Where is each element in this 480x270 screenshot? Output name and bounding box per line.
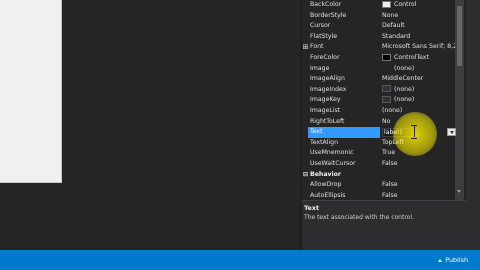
form-designer-area[interactable] [0, 0, 300, 250]
property-value-text: True [382, 149, 396, 157]
property-value[interactable]: False [382, 159, 466, 170]
property-row-forecolor[interactable]: ForeColor ControlText [302, 53, 466, 64]
property-value-text: False [382, 181, 398, 189]
right-tool-strip [466, 0, 480, 250]
property-row-righttoleft[interactable]: RightToLeft No [302, 117, 466, 128]
property-name: BorderStyle [310, 11, 347, 19]
property-value-text: False [382, 160, 398, 167]
property-value[interactable]: Control [382, 0, 466, 11]
color-swatch [382, 0, 391, 8]
publish-arrow-icon [438, 258, 443, 262]
property-name: RightToLeft [310, 117, 345, 125]
property-row-textalign[interactable]: TextAlign TopLeft [302, 138, 466, 149]
property-row-cursor[interactable]: Cursor Default [302, 21, 466, 32]
property-name: ImageKey [310, 96, 341, 104]
scroll-down-icon[interactable] [457, 190, 461, 193]
property-value-text: MiddleCenter [382, 75, 424, 83]
property-value[interactable]: Standard [382, 32, 466, 43]
publish-button[interactable]: Publish [438, 255, 468, 265]
description-text: The text associated with the control. [304, 214, 414, 221]
property-row-imagelist[interactable]: ImageList (none) [302, 106, 466, 117]
property-row-font[interactable]: ⊞ Font Microsoft Sans Serif; 8,25 [302, 42, 466, 53]
property-row-borderstyle[interactable]: BorderStyle None [302, 11, 466, 22]
property-row-backcolor[interactable]: BackColor Control [302, 0, 466, 11]
property-name: Image [310, 64, 330, 72]
property-name: ImageAlign [310, 75, 345, 83]
property-row-flatstyle[interactable]: FlatStyle Standard [302, 32, 466, 43]
property-name: Cursor [310, 22, 331, 30]
property-value-text: False [382, 191, 398, 199]
property-value[interactable]: (none) [382, 85, 466, 96]
expand-icon[interactable]: ⊞ [302, 42, 309, 53]
form-surface[interactable] [0, 0, 62, 183]
property-value-text: Control [394, 1, 417, 8]
property-value-text: (none) [394, 96, 415, 104]
property-row-imagekey[interactable]: ImageKey (none) [302, 95, 466, 106]
property-row-image[interactable]: Image (none) [302, 64, 466, 75]
property-value-text: Microsoft Sans Serif; 8,25 [382, 43, 461, 51]
property-name: AllowDrop [310, 181, 342, 189]
publish-label: Publish [445, 256, 468, 264]
property-name: FlatStyle [310, 32, 338, 40]
property-value-text: (none) [394, 64, 415, 72]
property-value[interactable]: ControlText [382, 53, 466, 64]
scrollbar-thumb[interactable] [457, 6, 462, 66]
property-value-text: No [382, 117, 391, 125]
collapse-icon[interactable]: ⊟ [303, 170, 308, 181]
color-swatch [382, 64, 391, 71]
property-name: Font [310, 43, 324, 51]
property-row-allowdrop[interactable]: AllowDrop False [302, 180, 466, 191]
property-row-imageindex[interactable]: ImageIndex (none) [302, 85, 466, 96]
property-value-text: Standard [382, 32, 411, 40]
text-dropdown-button[interactable] [447, 128, 456, 136]
property-value[interactable]: Microsoft Sans Serif; 8,25 [382, 42, 466, 53]
property-value[interactable]: MiddleCenter [382, 74, 466, 85]
category-label: Behavior [310, 170, 341, 178]
color-swatch [382, 95, 391, 103]
property-value[interactable]: Default [382, 21, 466, 32]
property-description-panel: Text The text associated with the contro… [302, 200, 466, 235]
property-name: TextAlign [310, 138, 339, 146]
property-row-text[interactable]: Textlabel1 [302, 127, 466, 138]
property-value[interactable]: False [382, 180, 466, 191]
property-value-text: None [382, 11, 399, 19]
property-row-usewaitcursor[interactable]: UseWaitCursor False [302, 159, 466, 170]
property-value[interactable]: (none) [382, 64, 466, 75]
property-name: ForeColor [310, 54, 340, 61]
color-swatch [382, 53, 391, 61]
property-value[interactable]: (none) [382, 95, 466, 106]
property-value-text: ControlText [394, 54, 429, 61]
property-name: UseMnemonic [310, 149, 354, 157]
ibeam-cursor-icon [411, 125, 417, 139]
property-row-usemnemonic[interactable]: UseMnemonic True [302, 148, 466, 159]
status-bar: Publish [0, 250, 480, 270]
property-value-text: Default [382, 22, 405, 30]
property-value[interactable]: None [382, 11, 466, 22]
property-row-imagealign[interactable]: ImageAlign MiddleCenter [302, 74, 466, 85]
property-value-text: (none) [382, 107, 403, 114]
color-swatch [382, 85, 391, 93]
property-name: ImageList [310, 107, 341, 114]
property-name: BackColor [310, 1, 342, 8]
description-title: Text [304, 204, 320, 212]
property-name: Text [308, 127, 380, 138]
category-behavior[interactable]: ⊟ Behavior [302, 170, 466, 181]
property-value-text: (none) [394, 85, 415, 93]
property-name: UseWaitCursor [310, 160, 356, 167]
property-name: ImageIndex [310, 85, 347, 93]
properties-scrollbar[interactable] [455, 0, 464, 200]
